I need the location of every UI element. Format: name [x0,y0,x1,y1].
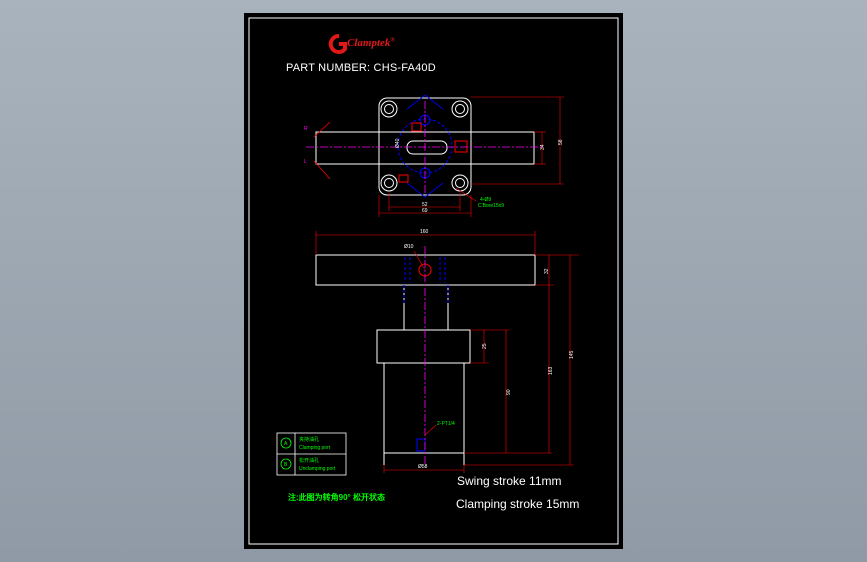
dir-l-label: L [304,159,307,165]
dim-90: 90 [506,389,512,395]
dim-145: 145 [569,350,575,359]
bolt-hole-tl [380,100,398,118]
bolt-hole-br [451,174,469,192]
dim-163: 163 [548,366,554,375]
legend-b-en: Unclamping port [299,466,336,472]
hole-callout-2: C'Bore15x9 [478,203,504,209]
dim-34: 34 [540,144,546,150]
legend-b-cn: 松开油孔 [299,457,319,464]
port-callout: 2-PT1/4 [437,421,455,427]
front-flange [376,329,471,364]
top-view [306,94,564,217]
dim-32: 32 [544,268,550,274]
dim-58: 58 [558,139,564,145]
brand-name: Clamptek® [347,37,395,49]
legend-a-cn: 夹持油孔 [299,436,319,443]
note-text: 注:此图为转角90° 松开状态 [288,493,385,502]
brand-logo-icon [328,33,347,54]
front-view [315,231,579,473]
drawing-sheet: R L 52 69 34 58 Ø40 4-Ø9 C'Bore15x9 160 … [244,13,623,549]
front-rod [403,284,449,331]
bolt-hole-tr [451,100,469,118]
top-slot [406,140,448,155]
part-number: PART NUMBER: CHS-FA40D [286,62,436,74]
legend-a-en: Clamping port [299,445,331,451]
drawing-canvas: R L 52 69 34 58 Ø40 4-Ø9 C'Bore15x9 160 … [248,17,619,545]
dir-r-label: R [304,126,308,132]
clamping-stroke-text: Clamping stroke 15mm [456,497,580,511]
legend-a-symbol: A [284,441,288,447]
dim-dia40: Ø40 [395,138,401,148]
bolt-hole-bl [380,174,398,192]
dim-dia58: Ø58 [418,464,428,470]
dim-dia10: Ø10 [404,244,414,250]
legend-b-symbol: B [284,462,288,468]
dim-25: 25 [482,343,488,349]
dim-69: 69 [422,208,428,214]
dim-160: 160 [420,229,429,235]
swing-stroke-text: Swing stroke 11mm [457,474,562,488]
front-arm [315,254,536,286]
